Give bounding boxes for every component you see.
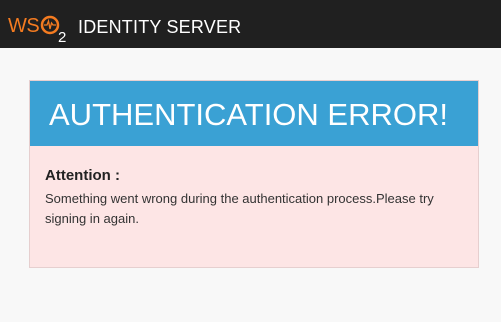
product-name: IDENTITY SERVER: [78, 17, 242, 37]
svg-text:WS: WS: [8, 15, 39, 37]
top-navigation-bar: WS 2 IDENTITY SERVER: [0, 0, 501, 48]
error-header: AUTHENTICATION ERROR!: [30, 81, 478, 146]
svg-text:2: 2: [58, 29, 66, 44]
attention-label: Attention :: [45, 167, 120, 184]
wso2-logo[interactable]: WS 2: [8, 12, 72, 44]
error-message: Something went wrong during the authenti…: [45, 191, 434, 226]
error-title: AUTHENTICATION ERROR!: [49, 97, 448, 132]
error-body: Attention : Something went wrong during …: [45, 167, 455, 229]
wso2-logo-icon: WS 2: [8, 15, 66, 44]
